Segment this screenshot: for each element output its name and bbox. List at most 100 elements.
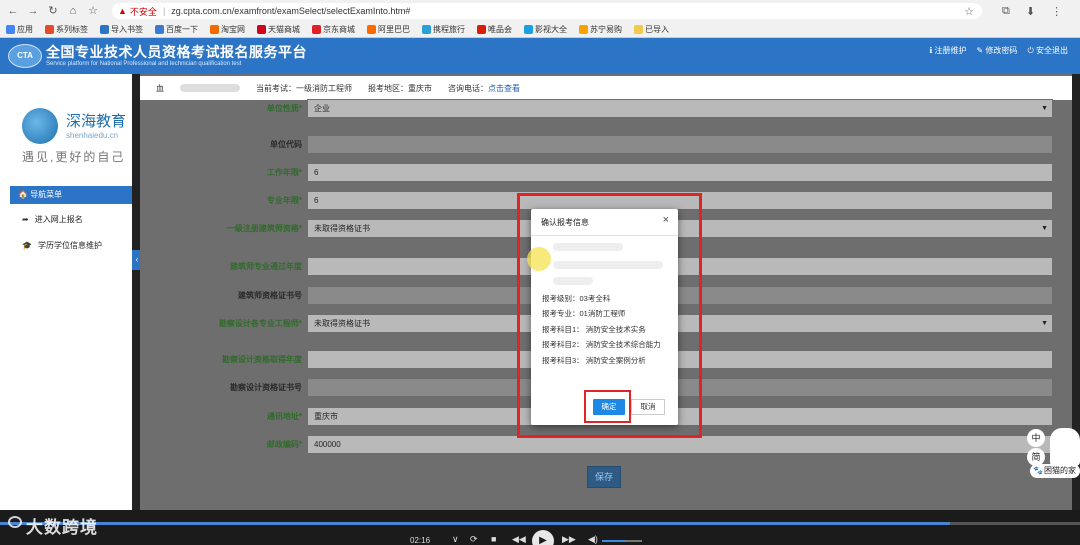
register-link[interactable]: ℹ 注册维护 xyxy=(929,45,966,56)
form-select[interactable]: 企业 ▼ xyxy=(307,99,1053,118)
logout-link[interactable]: ⏻ 安全退出 xyxy=(1027,45,1068,56)
fast-forward-icon[interactable]: ▶▶ xyxy=(562,534,576,545)
blurred-info xyxy=(553,261,663,269)
field-value: 重庆市 xyxy=(314,412,338,421)
bookmark-item[interactable]: 天猫商城 xyxy=(257,24,300,35)
back-icon[interactable]: ← xyxy=(6,4,20,18)
chevron-down-icon: ▼ xyxy=(1041,105,1048,112)
form-label: 工作年限* xyxy=(266,168,302,177)
cta-logo: CTA xyxy=(8,44,42,68)
exam-subject-3: 报考科目3： 消防安全案例分析 xyxy=(542,356,646,365)
language-toggle[interactable]: 中 xyxy=(1027,429,1045,447)
rewind-icon[interactable]: ◀◀ xyxy=(512,534,526,545)
form-label: 一级注册建筑师资格* xyxy=(226,224,302,233)
form-row: 邮政编码* 400000 xyxy=(140,435,1072,455)
not-secure-label: 不安全 xyxy=(129,6,157,17)
sidebar: 深海教育 shenhaiedu.cn 遇见,更好的自己 🏠 导航菜单 ➦ 进入网上… xyxy=(0,74,132,510)
site-header: CTA 全国专业技术人员资格考试报名服务平台 Service platform … xyxy=(0,38,1080,74)
form-label: 建筑师专业通过年度 xyxy=(230,262,302,271)
form-label: 勘察设计各专业工程师* xyxy=(218,319,302,328)
brand-name: 深海教育 xyxy=(66,113,127,130)
bookmark-item[interactable]: 淘宝网 xyxy=(210,24,245,35)
field-value: 6 xyxy=(314,196,319,205)
blurred-info xyxy=(553,243,623,251)
home-icon[interactable]: ⌂ xyxy=(66,4,80,18)
bookmark-item[interactable]: 应用 xyxy=(6,24,33,35)
bookmark-item[interactable]: 系列标签 xyxy=(45,24,88,35)
star-icon[interactable]: ☆ xyxy=(964,5,974,18)
change-password-link[interactable]: ✎ 修改密码 xyxy=(977,45,1018,56)
url-text: zg.cpta.com.cn/examfront/examSelect/sele… xyxy=(171,6,411,16)
paw-icon: 🐾 xyxy=(1033,466,1043,475)
forward-icon[interactable]: → xyxy=(26,4,40,18)
bookmark-icon xyxy=(155,25,164,34)
brand-domain: shenhaiedu.cn xyxy=(66,131,119,140)
brand-slogan: 遇见,更好的自己 xyxy=(22,150,126,164)
bookmark-icon xyxy=(257,25,266,34)
exam-info-bar: 血 当前考试：一级消防工程师 报考地区：重庆市 咨询电话：点击查看 xyxy=(140,76,1072,100)
field-value: 6 xyxy=(314,168,319,177)
bookmark-item[interactable]: 唯品会 xyxy=(477,24,512,35)
mascot-image xyxy=(1050,428,1080,466)
playback-time: 02:16 xyxy=(410,536,431,545)
form-label: 勘察设计资格取得年度 xyxy=(222,355,302,364)
watermark-logo-icon xyxy=(8,516,22,528)
sidebar-item-degree-info[interactable]: 🎓 学历学位信息维护 xyxy=(22,240,102,251)
form-row: 工作年限* 6 xyxy=(140,163,1072,183)
confirm-highlight-box xyxy=(584,390,631,423)
play-button[interactable]: ▶ xyxy=(532,530,554,545)
address-bar[interactable]: ▲ 不安全 | zg.cpta.com.cn/examfront/examSel… xyxy=(112,3,982,19)
bookmark-item[interactable]: 携程旅行 xyxy=(422,24,465,35)
menu-icon[interactable]: ⋮ xyxy=(1051,5,1062,18)
exam-subject-2: 报考科目2： 消防安全技术综合能力 xyxy=(542,340,661,349)
bookmark-icon xyxy=(422,25,431,34)
bookmark-icon xyxy=(524,25,533,34)
current-exam: 当前考试：一级消防工程师 xyxy=(256,83,352,93)
nav-menu-header[interactable]: 🏠 导航菜单 xyxy=(10,186,132,204)
bookmark-star-icon[interactable]: ☆ xyxy=(86,4,100,18)
phone-view-link[interactable]: 点击查看 xyxy=(488,84,520,93)
bookmark-item[interactable]: 苏宁易购 xyxy=(579,24,622,35)
download-icon[interactable]: ⬇ xyxy=(1026,5,1035,18)
bookmark-icon xyxy=(312,25,321,34)
watermark: 大数跨境 xyxy=(26,518,98,537)
bookmark-item[interactable]: 影视大全 xyxy=(524,24,567,35)
sidebar-item-online-register[interactable]: ➦ 进入网上报名 xyxy=(22,214,83,225)
loop-icon[interactable]: ⟳ xyxy=(470,534,478,545)
form-label: 勘察设计资格证书号 xyxy=(230,383,302,392)
form-label: 邮政编码* xyxy=(266,440,302,449)
bookmark-item[interactable]: 阿里巴巴 xyxy=(367,24,410,35)
bookmark-item[interactable]: 京东商城 xyxy=(312,24,355,35)
header-links: ℹ 注册维护 ✎ 修改密码 ⏻ 安全退出 xyxy=(929,45,1068,56)
shenhai-logo xyxy=(22,108,58,144)
warning-icon: ▲ xyxy=(118,6,127,16)
bookmark-icon xyxy=(6,25,15,34)
bookmark-icon xyxy=(45,25,54,34)
field-value: 未取得资格证书 xyxy=(314,224,370,233)
chevron-down-icon[interactable]: ∨ xyxy=(452,534,459,545)
bookmark-icon xyxy=(477,25,486,34)
field-value: 400000 xyxy=(314,440,341,449)
close-icon[interactable]: × xyxy=(663,214,669,226)
form-input[interactable] xyxy=(307,135,1053,154)
form-label: 建筑师资格证书号 xyxy=(238,291,302,300)
save-button[interactable]: 保存 xyxy=(587,466,621,488)
bookmark-icon xyxy=(579,25,588,34)
bookmark-item[interactable]: 百度一下 xyxy=(155,24,198,35)
reload-icon[interactable]: ↻ xyxy=(46,4,60,18)
field-value: 未取得资格证书 xyxy=(314,319,370,328)
stop-icon[interactable]: ■ xyxy=(491,534,496,544)
form-label: 单位代码 xyxy=(270,140,302,149)
bookmark-item[interactable]: 导入书签 xyxy=(100,24,143,35)
cancel-button[interactable]: 取消 xyxy=(631,399,665,415)
cursor-highlight xyxy=(527,247,551,271)
extensions-icon[interactable]: ⧉ xyxy=(1002,5,1010,18)
field-value: 企业 xyxy=(314,104,330,113)
bookmark-icon xyxy=(367,25,376,34)
form-label: 通讯地址* xyxy=(266,412,302,421)
bookmark-item[interactable]: 已导入 xyxy=(634,24,669,35)
form-input[interactable]: 6 xyxy=(307,163,1053,182)
volume-icon[interactable]: ◀) xyxy=(588,534,598,545)
form-label: 专业年限* xyxy=(266,196,302,205)
progress-fill xyxy=(0,522,951,525)
